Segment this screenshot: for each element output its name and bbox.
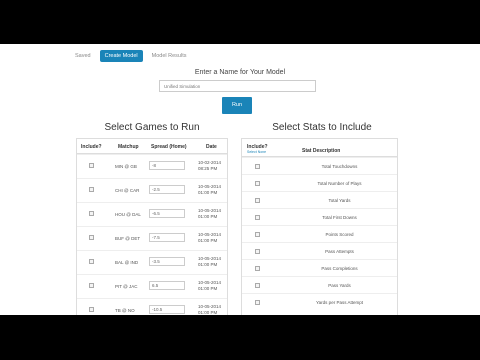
game-date: 10-05-2014 01:00 PM bbox=[198, 256, 222, 267]
game-date: 10-02-2014 08:25 PM bbox=[198, 160, 222, 171]
select-none-link[interactable]: Select None bbox=[247, 150, 266, 154]
include-checkbox[interactable] bbox=[255, 232, 260, 237]
games-matchup-header: Matchup bbox=[118, 144, 139, 150]
stats-section-title: Select Stats to Include bbox=[272, 122, 372, 133]
include-checkbox[interactable] bbox=[255, 181, 260, 186]
include-checkbox[interactable] bbox=[255, 283, 260, 288]
video-frame: Saved Create Model Model Results Enter a… bbox=[0, 0, 480, 360]
list-item: Pass Attempts bbox=[242, 242, 397, 259]
list-item: Points Scored bbox=[242, 225, 397, 242]
model-name-label: Enter a Name for Your Model bbox=[194, 69, 286, 76]
list-item: Total Number of Plays bbox=[242, 174, 397, 191]
list-item: Yards per Pass Attempt bbox=[242, 293, 397, 310]
spread-input[interactable]: -6.5 bbox=[149, 209, 185, 218]
matchup: BUF @ DET bbox=[115, 236, 141, 241]
table-row: BUF @ DET -7.5 10-05-2014 01:00 PM bbox=[77, 226, 227, 250]
stat-label: Total Number of Plays bbox=[317, 181, 362, 186]
include-checkbox[interactable] bbox=[89, 163, 94, 168]
table-row: BAL @ IND -3.5 10-05-2014 01:00 PM bbox=[77, 250, 227, 274]
table-row: CHI @ CAR -2.5 10-05-2014 01:00 PM bbox=[77, 178, 227, 202]
game-date: 10-05-2014 01:00 PM bbox=[198, 280, 222, 291]
spread-input[interactable]: -7.5 bbox=[149, 233, 185, 242]
spread-input[interactable]: 6.5 bbox=[149, 281, 185, 290]
spread-input[interactable]: -10.5 bbox=[149, 305, 185, 314]
stats-panel: Include? Select None Stat Description To… bbox=[241, 138, 398, 315]
tab-create-model[interactable]: Create Model bbox=[99, 50, 143, 62]
spread-input[interactable]: -2.5 bbox=[149, 185, 185, 194]
list-item: Pass Completions bbox=[242, 259, 397, 276]
model-name-input[interactable]: Unified Simulation bbox=[159, 80, 316, 92]
include-checkbox[interactable] bbox=[89, 187, 94, 192]
list-item: Total Yards bbox=[242, 191, 397, 208]
list-item: Pass Yards bbox=[242, 276, 397, 293]
game-date: 10-05-2014 01:00 PM bbox=[198, 304, 222, 315]
stat-label: Total Yards bbox=[328, 198, 351, 203]
table-row: HOU @ DAL -6.5 10-05-2014 01:00 PM bbox=[77, 202, 227, 226]
include-checkbox[interactable] bbox=[255, 215, 260, 220]
game-date: 10-05-2014 01:00 PM bbox=[198, 232, 222, 243]
stat-label: Yards per Pass Attempt bbox=[316, 300, 363, 305]
matchup: MIN @ GB bbox=[115, 164, 137, 169]
table-row: TB @ NO -10.5 10-05-2014 01:00 PM bbox=[77, 298, 227, 315]
include-checkbox[interactable] bbox=[89, 259, 94, 264]
tab-model-results[interactable]: Model Results bbox=[147, 50, 192, 62]
stat-label: Pass Completions bbox=[321, 266, 358, 271]
table-row: PIT @ JAC 6.5 10-05-2014 01:00 PM bbox=[77, 274, 227, 298]
games-date-header: Date bbox=[206, 144, 217, 150]
stat-label: Points Scored bbox=[325, 232, 354, 237]
games-include-header: Include? bbox=[81, 144, 102, 150]
include-checkbox[interactable] bbox=[255, 198, 260, 203]
include-checkbox[interactable] bbox=[255, 300, 260, 305]
include-checkbox[interactable] bbox=[89, 211, 94, 216]
spread-input[interactable]: -8 bbox=[149, 161, 185, 170]
stat-label: Total Touchdowns bbox=[321, 164, 358, 169]
stats-description-header: Stat Description bbox=[302, 148, 341, 154]
list-item: Total Touchdowns bbox=[242, 157, 397, 174]
matchup: BAL @ IND bbox=[115, 260, 139, 265]
game-date: 10-05-2014 01:00 PM bbox=[198, 184, 222, 195]
matchup: PIT @ JAC bbox=[115, 284, 138, 289]
stat-label: Pass Yards bbox=[328, 283, 351, 288]
matchup: HOU @ DAL bbox=[115, 212, 141, 217]
stat-label: Total First Downs bbox=[322, 215, 357, 220]
spread-input[interactable]: -3.5 bbox=[149, 257, 185, 266]
games-spread-header: Spread (Home) bbox=[151, 144, 187, 150]
include-checkbox[interactable] bbox=[89, 283, 94, 288]
table-row: MIN @ GB -8 10-02-2014 08:25 PM bbox=[77, 154, 227, 178]
game-date: 10-05-2014 01:00 PM bbox=[198, 208, 222, 219]
list-item: Total First Downs bbox=[242, 208, 397, 225]
matchup: TB @ NO bbox=[115, 308, 135, 313]
include-checkbox[interactable] bbox=[255, 249, 260, 254]
games-panel: Include? Matchup Spread (Home) Date MIN … bbox=[76, 138, 228, 315]
include-checkbox[interactable] bbox=[255, 266, 260, 271]
app-page: Saved Create Model Model Results Enter a… bbox=[0, 44, 480, 315]
tab-saved[interactable]: Saved bbox=[70, 50, 96, 62]
include-checkbox[interactable] bbox=[89, 235, 94, 240]
include-checkbox[interactable] bbox=[255, 164, 260, 169]
stat-label: Pass Attempts bbox=[325, 249, 354, 254]
top-tabs: Saved Create Model Model Results bbox=[70, 50, 192, 62]
include-checkbox[interactable] bbox=[89, 307, 94, 312]
matchup: CHI @ CAR bbox=[115, 188, 140, 193]
run-button[interactable]: Run bbox=[222, 97, 252, 114]
